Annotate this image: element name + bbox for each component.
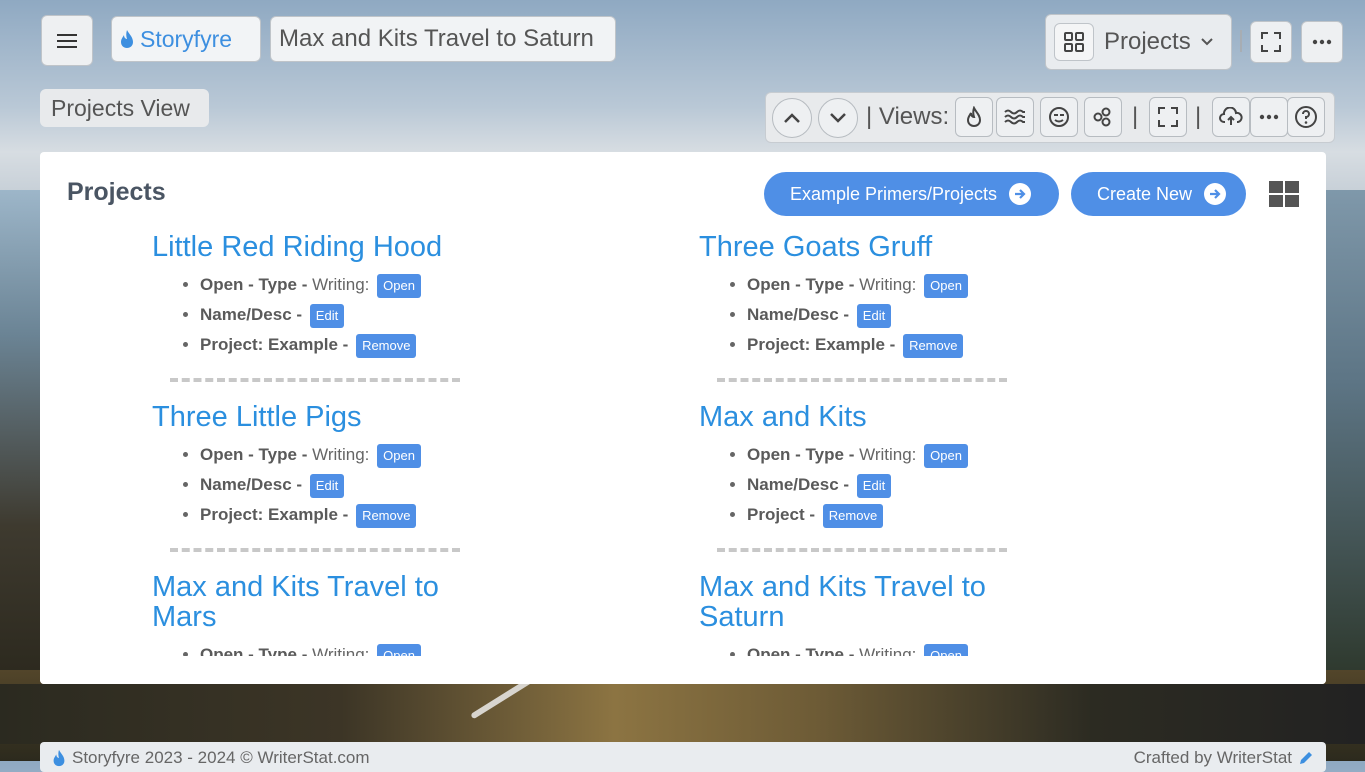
menu-button[interactable] bbox=[41, 15, 93, 66]
list-item: Project - Remove bbox=[747, 500, 1119, 530]
project-title-link[interactable]: Max and Kits bbox=[699, 402, 1119, 432]
project-title-link[interactable]: Three Little Pigs bbox=[152, 402, 572, 432]
view-nodes-button[interactable] bbox=[1084, 97, 1122, 137]
scroll-down-button[interactable] bbox=[818, 98, 858, 138]
help-button[interactable] bbox=[1287, 97, 1325, 137]
chevron-up-icon bbox=[784, 113, 800, 123]
list-item: Open - Type - Writing: Open bbox=[200, 270, 572, 300]
chevron-down-icon bbox=[830, 113, 846, 123]
footer-credit-link[interactable]: Crafted by WriterStat bbox=[1134, 748, 1292, 768]
face-icon bbox=[1049, 107, 1069, 127]
view-dropdown-label: Projects bbox=[1104, 28, 1191, 55]
arrow-right-icon bbox=[1204, 183, 1227, 205]
panel-bottom-mask bbox=[40, 656, 1326, 684]
nodes-icon bbox=[1093, 107, 1111, 127]
list-item: Project: Example - Remove bbox=[200, 500, 572, 530]
fullscreen-button[interactable] bbox=[1250, 21, 1292, 63]
view-title-badge: Projects View bbox=[40, 89, 209, 127]
views-label: | Views: bbox=[866, 103, 950, 130]
open-button[interactable]: Open bbox=[377, 443, 421, 468]
view-waves-button[interactable] bbox=[996, 97, 1034, 137]
edit-button[interactable]: Edit bbox=[309, 473, 345, 498]
brand-name: Storyfyre bbox=[140, 25, 233, 52]
edit-button[interactable]: Edit bbox=[309, 303, 345, 328]
divider bbox=[170, 378, 460, 382]
list-item: Project: Example - Remove bbox=[200, 330, 572, 360]
expand-icon bbox=[1158, 107, 1178, 127]
open-button[interactable]: Open bbox=[924, 273, 968, 298]
flame-icon bbox=[966, 106, 982, 128]
list-item: Open - Type - Writing: Open bbox=[200, 440, 572, 470]
scroll-up-button[interactable] bbox=[772, 98, 812, 138]
list-item: Name/Desc - Edit bbox=[747, 470, 1119, 500]
remove-button[interactable]: Remove bbox=[356, 503, 417, 528]
project-card: Three Little Pigs Open - Type - Writing:… bbox=[152, 402, 572, 552]
divider bbox=[717, 548, 1007, 552]
brand-link[interactable]: Storyfyre bbox=[111, 16, 261, 62]
cloud-sync-button[interactable] bbox=[1212, 97, 1250, 137]
list-item: Name/Desc - Edit bbox=[200, 300, 572, 330]
edit-button[interactable]: Edit bbox=[856, 303, 892, 328]
view-flame-button[interactable] bbox=[955, 97, 993, 137]
help-icon bbox=[1295, 106, 1317, 128]
view-character-button[interactable] bbox=[1040, 97, 1078, 137]
ellipsis-icon bbox=[1312, 39, 1332, 45]
list-item: Project: Example - Remove bbox=[747, 330, 1119, 360]
divider bbox=[1240, 30, 1242, 52]
footer: Storyfyre 2023 - 2024 © WriterStat.com C… bbox=[40, 742, 1326, 772]
arrow-right-icon bbox=[1009, 183, 1032, 205]
list-item: Name/Desc - Edit bbox=[200, 470, 572, 500]
cloud-upload-icon bbox=[1219, 107, 1243, 125]
footer-copyright: Storyfyre 2023 - 2024 © WriterStat.com bbox=[72, 748, 370, 767]
more-options-button[interactable] bbox=[1301, 21, 1343, 63]
chevron-down-icon bbox=[1200, 38, 1213, 46]
create-new-label: Create New bbox=[1097, 183, 1193, 204]
panel-title: Projects bbox=[67, 178, 166, 206]
toolbar-fullscreen-button[interactable] bbox=[1149, 97, 1187, 137]
toolbar-separator: | bbox=[1132, 103, 1139, 130]
list-item: Open - Type - Writing: Open bbox=[747, 440, 1119, 470]
remove-button[interactable]: Remove bbox=[822, 503, 884, 528]
grid-icon bbox=[1054, 23, 1094, 61]
project-title-link[interactable]: Max and Kits Travel to Saturn bbox=[699, 572, 1029, 632]
list-item: Open - Type - Writing: Open bbox=[747, 270, 1119, 300]
example-primers-label: Example Primers/Projects bbox=[790, 183, 998, 204]
views-toolbar: | Views: | | bbox=[765, 92, 1335, 143]
current-project-title[interactable]: Max and Kits Travel to Saturn bbox=[270, 16, 616, 62]
hamburger-icon bbox=[57, 33, 77, 48]
remove-button[interactable]: Remove bbox=[903, 333, 964, 358]
project-title-link[interactable]: Max and Kits Travel to Mars bbox=[152, 572, 482, 632]
example-primers-button[interactable]: Example Primers/Projects bbox=[764, 172, 1059, 216]
project-title-link[interactable]: Little Red Riding Hood bbox=[152, 232, 572, 262]
create-new-button[interactable]: Create New bbox=[1071, 172, 1246, 216]
toolbar-separator: | bbox=[1195, 103, 1202, 130]
divider bbox=[170, 548, 460, 552]
projects-panel: Projects Example Primers/Projects Create… bbox=[40, 152, 1326, 684]
edit-button[interactable]: Edit bbox=[856, 473, 892, 498]
flame-icon bbox=[53, 749, 65, 767]
grid-layout-icon[interactable] bbox=[1269, 181, 1299, 207]
list-item: Name/Desc - Edit bbox=[747, 300, 1119, 330]
open-button[interactable]: Open bbox=[924, 443, 968, 468]
flame-icon bbox=[121, 30, 133, 48]
view-dropdown[interactable]: Projects bbox=[1045, 14, 1232, 70]
pencil-icon bbox=[1300, 752, 1312, 764]
toolbar-more-button[interactable] bbox=[1250, 97, 1288, 137]
ellipsis-icon bbox=[1259, 114, 1279, 120]
expand-icon bbox=[1261, 32, 1281, 52]
divider bbox=[717, 378, 1007, 382]
open-button[interactable]: Open bbox=[377, 273, 421, 298]
project-card: Max and Kits Open - Type - Writing: Open… bbox=[699, 402, 1119, 552]
waves-icon bbox=[1004, 109, 1025, 125]
project-card: Three Goats Gruff Open - Type - Writing:… bbox=[699, 232, 1119, 382]
background-valley bbox=[0, 684, 1365, 744]
project-card: Little Red Riding Hood Open - Type - Wri… bbox=[152, 232, 572, 382]
project-title-link[interactable]: Three Goats Gruff bbox=[699, 232, 1119, 262]
remove-button[interactable]: Remove bbox=[356, 333, 417, 358]
